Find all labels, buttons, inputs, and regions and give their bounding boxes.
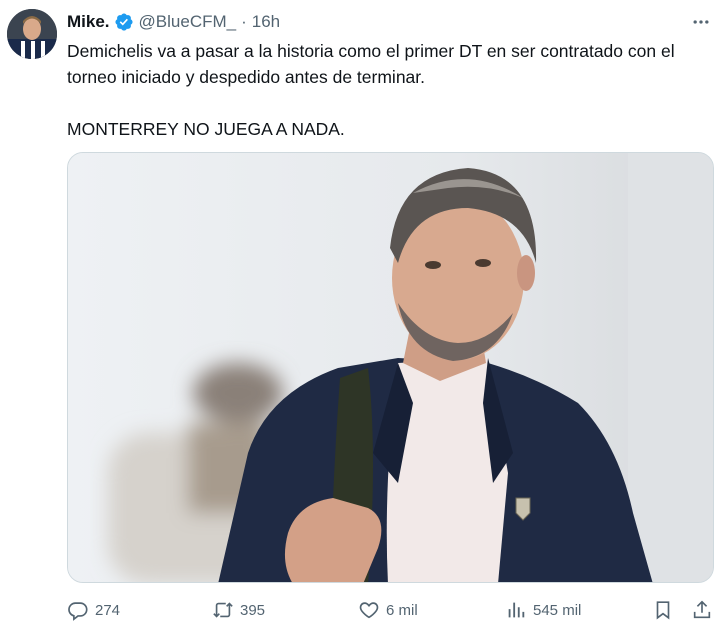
tweet-text-paragraph: MONTERREY NO JUEGA A NADA. — [67, 119, 345, 139]
bookmark-button[interactable] — [652, 599, 674, 621]
like-button[interactable]: 6 mil — [358, 599, 418, 621]
reply-button[interactable]: 274 — [67, 599, 120, 621]
tweet-timestamp[interactable]: 16h — [252, 12, 280, 32]
tweet-text: Demichelis va a pasar a la historia como… — [67, 38, 717, 142]
tweet-text-paragraph: Demichelis va a pasar a la historia como… — [67, 41, 675, 87]
more-options-icon[interactable] — [689, 10, 713, 34]
heart-icon — [359, 602, 379, 619]
verified-badge-icon[interactable] — [114, 12, 134, 32]
reply-count: 274 — [95, 601, 121, 619]
author-name[interactable]: Mike. — [67, 12, 110, 32]
retweet-count: 395 — [240, 601, 266, 619]
tweet-media-image[interactable] — [67, 152, 714, 583]
author-handle[interactable]: @BlueCFM_ — [139, 12, 237, 32]
share-icon — [693, 600, 711, 619]
separator-dot: · — [241, 12, 247, 31]
view-count: 545 mil — [533, 601, 582, 619]
share-button[interactable] — [691, 599, 713, 621]
retweet-icon — [213, 602, 233, 618]
views-button[interactable]: 545 mil — [505, 599, 581, 621]
bookmark-icon — [656, 601, 670, 620]
reply-icon — [68, 602, 88, 621]
views-chart-icon — [508, 602, 525, 618]
like-count: 6 mil — [386, 601, 418, 619]
tweet-actions-bar: 274 395 6 mil 545 mil — [67, 596, 717, 626]
retweet-button[interactable]: 395 — [212, 599, 265, 621]
tweet-header: Mike. @BlueCFM_ · 16h — [67, 10, 713, 34]
author-avatar[interactable] — [7, 9, 57, 59]
